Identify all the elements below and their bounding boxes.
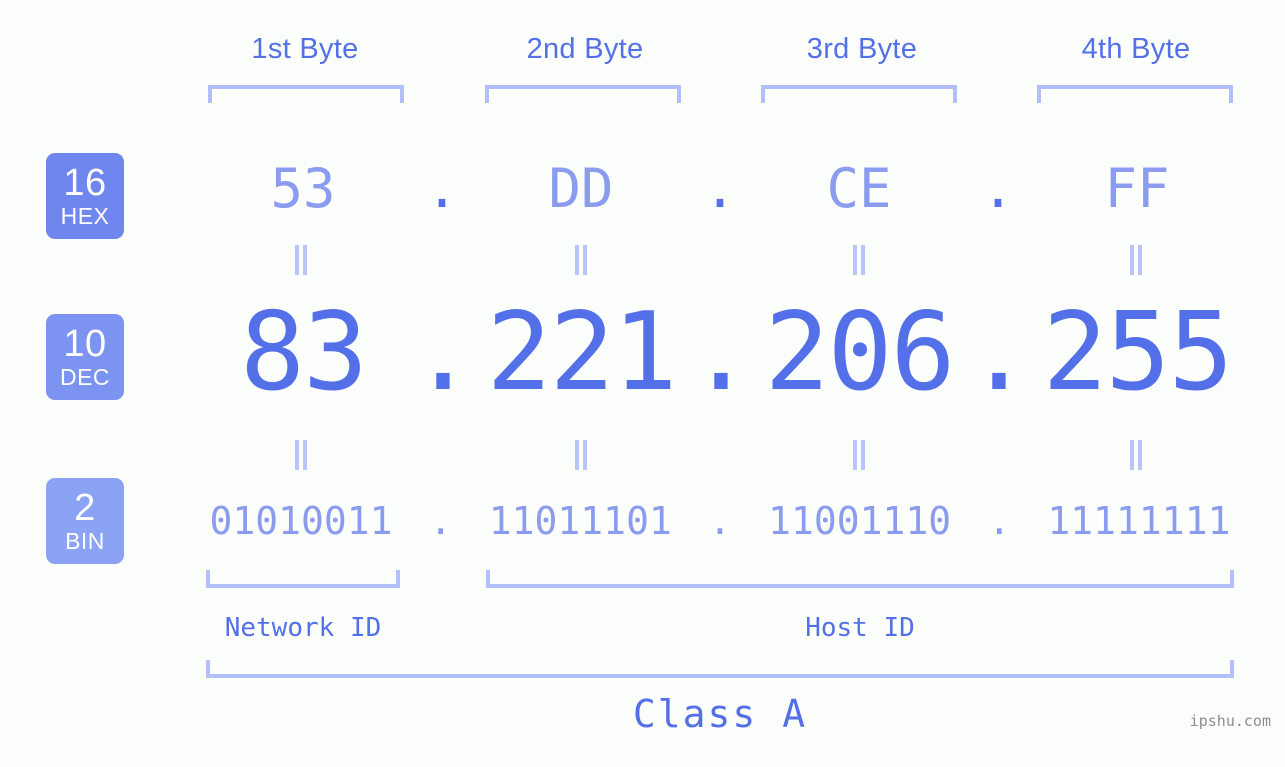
hex-value-row: 53 . DD . CE . FF — [205, 152, 1235, 224]
radix-badge-hex-number: 16 — [63, 162, 107, 204]
byte-header-3: 3rd Byte — [806, 33, 918, 65]
decimal-separator-1: . — [410, 289, 475, 415]
radix-badge-dec-label: DEC — [59, 364, 111, 390]
network-id-bracket — [206, 570, 400, 588]
radix-badge-dec-number: 10 — [63, 323, 107, 365]
binary-octet-2: 11011101 — [488, 499, 672, 543]
radix-badge-bin-label: BIN — [65, 528, 105, 554]
equals-icon — [293, 440, 309, 470]
binary-octet-1: 01010011 — [209, 499, 393, 543]
byte-header-1: 1st Byte — [251, 33, 359, 65]
equals-icon — [573, 245, 589, 275]
equals-icon — [1128, 440, 1144, 470]
hex-separator-3: . — [981, 156, 1015, 220]
decimal-octet-2: 221 — [486, 289, 677, 415]
decimal-separator-3: . — [966, 289, 1031, 415]
radix-badge-bin-number: 2 — [74, 487, 96, 529]
byte-header-2: 2nd Byte — [526, 33, 644, 65]
decimal-separator-2: . — [688, 289, 753, 415]
decimal-octet-1: 83 — [239, 289, 368, 415]
decimal-octet-4: 255 — [1042, 289, 1233, 415]
byte-bracket-3 — [761, 85, 957, 103]
hex-octet-1: 53 — [270, 156, 336, 220]
equals-icon — [293, 245, 309, 275]
binary-separator-3: . — [987, 499, 1011, 543]
radix-badge-hex: 16 HEX — [46, 153, 124, 239]
binary-value-row: 01010011 . 11011101 . 11001110 . 1111111… — [200, 490, 1240, 552]
hex-octet-4: FF — [1104, 156, 1170, 220]
equals-icon — [851, 245, 867, 275]
network-id-label: Network ID — [224, 613, 382, 643]
byte-bracket-1 — [208, 85, 404, 103]
radix-badge-bin: 2 BIN — [46, 478, 124, 564]
equals-icon — [573, 440, 589, 470]
decimal-value-row: 83 . 221 . 206 . 255 — [205, 289, 1235, 415]
equality-marks-dec-bin — [205, 440, 1235, 474]
host-id-label: Host ID — [805, 613, 915, 643]
binary-separator-1: . — [429, 499, 453, 543]
site-watermark: ipshu.com — [1189, 712, 1271, 730]
byte-bracket-4 — [1037, 85, 1233, 103]
decimal-octet-3: 206 — [764, 289, 955, 415]
equality-marks-hex-dec — [205, 245, 1235, 279]
hex-separator-1: . — [425, 156, 459, 220]
host-id-bracket — [486, 570, 1234, 588]
binary-separator-2: . — [708, 499, 732, 543]
hex-separator-2: . — [703, 156, 737, 220]
binary-octet-4: 11111111 — [1047, 499, 1231, 543]
hex-octet-2: DD — [548, 156, 614, 220]
ip-address-breakdown-diagram: 1st Byte 2nd Byte 3rd Byte 4th Byte 16 H… — [0, 0, 1285, 767]
radix-badge-hex-label: HEX — [60, 203, 110, 229]
binary-octet-3: 11001110 — [768, 499, 952, 543]
class-bracket — [206, 660, 1234, 678]
equals-icon — [851, 440, 867, 470]
hex-octet-3: CE — [826, 156, 892, 220]
equals-icon — [1128, 245, 1144, 275]
radix-badge-dec: 10 DEC — [46, 314, 124, 400]
byte-bracket-2 — [485, 85, 681, 103]
class-label: Class A — [632, 692, 808, 736]
byte-header-4: 4th Byte — [1081, 33, 1191, 65]
